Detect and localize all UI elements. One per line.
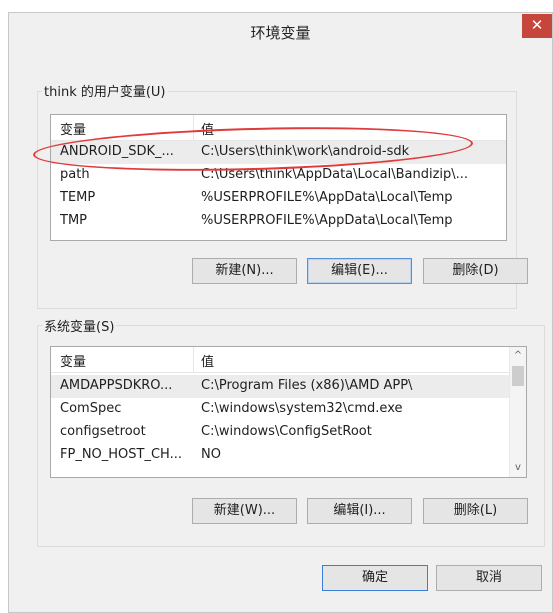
scroll-up-icon[interactable]: ^ <box>510 347 526 365</box>
dialog-title: 环境变量 <box>250 24 311 42</box>
list-item[interactable]: TMP %USERPROFILE%\AppData\Local\Temp <box>51 210 506 233</box>
column-divider[interactable] <box>193 115 194 140</box>
column-header-value[interactable]: 值 <box>201 119 214 138</box>
variable-name: AMDAPPSDKRO... <box>60 378 173 393</box>
variable-value: C:\Users\think\work\android-sdk <box>201 144 410 159</box>
variable-name: FP_NO_HOST_CH... <box>60 447 182 462</box>
variable-value: %USERPROFILE%\AppData\Local\Temp <box>201 213 453 228</box>
close-icon: ✕ <box>530 16 544 34</box>
scroll-down-icon[interactable]: v <box>510 459 526 477</box>
vertical-scrollbar[interactable]: ^ v <box>509 347 526 477</box>
system-delete-button[interactable]: 删除(L) <box>423 498 528 524</box>
user-variables-label: think 的用户变量(U) <box>42 81 168 100</box>
variable-name: ComSpec <box>60 401 122 416</box>
ok-button[interactable]: 确定 <box>322 565 428 591</box>
list-header: 变量 值 <box>51 347 526 373</box>
list-item[interactable]: path C:\Users\think\AppData\Local\Bandiz… <box>51 164 506 187</box>
user-variables-list[interactable]: 变量 值 ANDROID_SDK_... C:\Users\think\work… <box>50 114 507 241</box>
system-variables-label: 系统变量(S) <box>42 316 117 335</box>
system-variables-list[interactable]: 变量 值 AMDAPPSDKRO... C:\Program Files (x8… <box>50 346 527 478</box>
variable-value: %USERPROFILE%\AppData\Local\Temp <box>201 190 453 205</box>
column-header-variable[interactable]: 变量 <box>60 119 86 138</box>
variable-value: C:\Program Files (x86)\AMD APP\ <box>201 378 413 393</box>
variable-value: C:\windows\system32\cmd.exe <box>201 401 403 416</box>
environment-variables-dialog: 环境变量 ✕ think 的用户变量(U) 变量 值 ANDROID_SDK_.… <box>8 12 553 613</box>
list-item[interactable]: TEMP %USERPROFILE%\AppData\Local\Temp <box>51 187 506 210</box>
variable-value: C:\windows\ConfigSetRoot <box>201 424 372 439</box>
variable-name: TEMP <box>60 190 96 205</box>
list-item[interactable]: ANDROID_SDK_... C:\Users\think\work\andr… <box>51 141 506 164</box>
list-item[interactable]: ComSpec C:\windows\system32\cmd.exe <box>51 398 526 421</box>
scroll-thumb[interactable] <box>512 366 524 386</box>
system-new-button[interactable]: 新建(W)... <box>192 498 297 524</box>
system-edit-button[interactable]: 编辑(I)... <box>307 498 412 524</box>
list-item[interactable]: AMDAPPSDKRO... C:\Program Files (x86)\AM… <box>51 375 511 398</box>
variable-value: C:\Users\think\AppData\Local\Bandizip\..… <box>201 167 469 182</box>
user-new-button[interactable]: 新建(N)... <box>192 258 297 284</box>
variable-name: path <box>60 167 90 182</box>
variable-value: NO <box>201 447 221 462</box>
variable-name: configsetroot <box>60 424 146 439</box>
title-bar[interactable]: 环境变量 ✕ <box>9 13 552 51</box>
cancel-button[interactable]: 取消 <box>436 565 542 591</box>
column-header-value[interactable]: 值 <box>201 351 214 370</box>
user-delete-button[interactable]: 删除(D) <box>423 258 528 284</box>
variable-name: TMP <box>60 213 87 228</box>
user-edit-button[interactable]: 编辑(E)... <box>307 258 412 284</box>
close-button[interactable]: ✕ <box>522 14 552 38</box>
list-item[interactable]: configsetroot C:\windows\ConfigSetRoot <box>51 421 526 444</box>
variable-name: ANDROID_SDK_... <box>60 144 174 159</box>
column-divider[interactable] <box>193 347 194 372</box>
list-header: 变量 值 <box>51 115 506 141</box>
column-header-variable[interactable]: 变量 <box>60 351 86 370</box>
list-item[interactable]: FP_NO_HOST_CH... NO <box>51 444 526 467</box>
